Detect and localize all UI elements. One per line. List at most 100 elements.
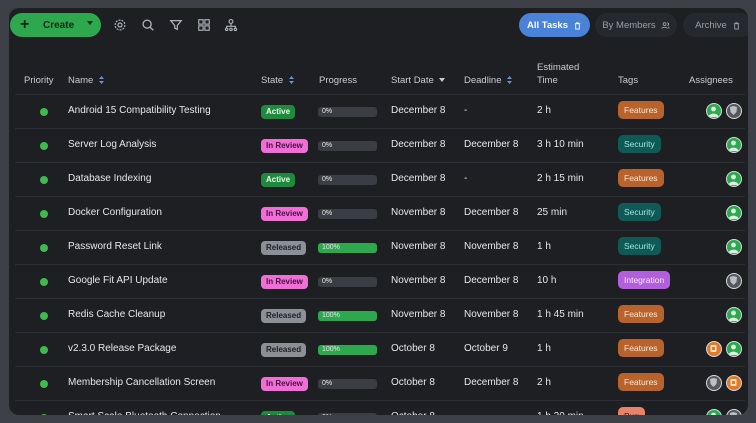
- state-badge[interactable]: Released: [261, 343, 307, 357]
- table-row[interactable]: Google Fit API Update In Review 0% November…: [15, 264, 745, 299]
- tag-badge[interactable]: Features: [618, 305, 664, 323]
- deadline[interactable]: -: [464, 173, 467, 184]
- column-name[interactable]: Name: [68, 74, 104, 87]
- task-name[interactable]: Server Log Analysis: [68, 139, 156, 150]
- state-badge[interactable]: Released: [261, 309, 307, 323]
- estimated-time[interactable]: 2 h 15 min: [537, 173, 584, 184]
- tab-by-members[interactable]: By Members: [595, 13, 677, 37]
- table-row[interactable]: v2.3.0 Release Package Released 100% Octobe…: [15, 332, 745, 367]
- tag-badge[interactable]: Security: [618, 135, 661, 153]
- settings-icon[interactable]: [110, 15, 130, 35]
- assignee-avatar[interactable]: [726, 341, 742, 357]
- estimated-time[interactable]: 1 h: [537, 343, 551, 354]
- task-name[interactable]: v2.3.0 Release Package: [68, 343, 176, 354]
- deadline[interactable]: December 8: [464, 377, 518, 388]
- tab-all-tasks[interactable]: All Tasks: [519, 13, 590, 37]
- tag-badge[interactable]: Bug: [618, 407, 646, 415]
- assignee-avatar[interactable]: [726, 205, 742, 221]
- tag-badge[interactable]: Features: [618, 169, 664, 187]
- state-badge[interactable]: Active: [261, 105, 296, 119]
- estimated-time[interactable]: 1 h 20 min: [537, 411, 584, 415]
- assignee-avatar[interactable]: [726, 239, 742, 255]
- task-name[interactable]: Membership Cancellation Screen: [68, 377, 215, 388]
- search-icon[interactable]: [138, 15, 158, 35]
- column-state[interactable]: State: [261, 74, 294, 87]
- table-row[interactable]: Server Log Analysis In Review 0% December 8…: [15, 128, 745, 163]
- estimated-time[interactable]: 10 h: [537, 275, 556, 286]
- table-row[interactable]: Password Reset Link Released 100% November …: [15, 230, 745, 265]
- tag-badge[interactable]: Features: [618, 101, 664, 119]
- table-row[interactable]: Redis Cache Cleanup Released 100% November …: [15, 298, 745, 333]
- column-assignees[interactable]: Assignees: [689, 74, 733, 87]
- column-priority[interactable]: Priority: [24, 74, 54, 87]
- deadline[interactable]: November 8: [464, 309, 518, 320]
- table-row[interactable]: Database Indexing Active 0% December 8 - 2 h …: [15, 162, 745, 197]
- state-badge[interactable]: In Review: [261, 377, 308, 391]
- estimated-time[interactable]: 1 h 45 min: [537, 309, 584, 320]
- column-tags[interactable]: Tags: [618, 74, 638, 87]
- start-date[interactable]: October 8: [391, 411, 435, 415]
- table-row[interactable]: Docker Configuration In Review 0% November …: [15, 196, 745, 231]
- state-badge[interactable]: In Review: [261, 207, 308, 221]
- tag-badge[interactable]: Integration: [618, 271, 671, 289]
- start-date[interactable]: November 8: [391, 207, 445, 218]
- estimated-time[interactable]: 1 h: [537, 241, 551, 252]
- task-name[interactable]: Smart Scale Bluetooth Connection: [68, 411, 221, 415]
- create-button[interactable]: + Create: [10, 13, 101, 37]
- deadline[interactable]: December 8: [464, 139, 518, 150]
- start-date[interactable]: November 8: [391, 309, 445, 320]
- table-row[interactable]: Smart Scale Bluetooth Connection Active 0%…: [15, 400, 745, 415]
- assignee-avatar[interactable]: [726, 137, 742, 153]
- assignee-avatar[interactable]: [706, 409, 722, 415]
- task-name[interactable]: Database Indexing: [68, 173, 151, 184]
- state-badge[interactable]: Active: [261, 173, 296, 187]
- assignee-avatar[interactable]: [726, 171, 742, 187]
- tag-badge[interactable]: Features: [618, 339, 664, 357]
- tab-archive[interactable]: Archive: [683, 13, 748, 37]
- chevron-down-icon[interactable]: [87, 21, 93, 25]
- start-date[interactable]: November 8: [391, 275, 445, 286]
- deadline[interactable]: -: [464, 105, 467, 116]
- state-badge[interactable]: In Review: [261, 139, 308, 153]
- state-badge[interactable]: Released: [261, 241, 307, 255]
- task-name[interactable]: Docker Configuration: [68, 207, 162, 218]
- assignee-avatar[interactable]: [706, 341, 722, 357]
- assignee-avatar[interactable]: [726, 409, 742, 415]
- task-name[interactable]: Android 15 Compatibility Testing: [68, 105, 211, 116]
- deadline[interactable]: October 9: [464, 343, 508, 354]
- task-name[interactable]: Password Reset Link: [68, 241, 162, 252]
- grid-icon[interactable]: [194, 15, 214, 35]
- table-row[interactable]: Membership Cancellation Screen In Review 0…: [15, 366, 745, 401]
- assignee-avatar[interactable]: [706, 103, 722, 119]
- tag-badge[interactable]: Security: [618, 237, 661, 255]
- hierarchy-icon[interactable]: [221, 15, 241, 35]
- task-name[interactable]: Google Fit API Update: [68, 275, 168, 286]
- task-name[interactable]: Redis Cache Cleanup: [68, 309, 165, 320]
- start-date[interactable]: December 8: [391, 173, 445, 184]
- estimated-time[interactable]: 2 h: [537, 377, 551, 388]
- column-start-date[interactable]: Start Date: [391, 74, 446, 87]
- estimated-time[interactable]: 2 h: [537, 105, 551, 116]
- deadline[interactable]: November 8: [464, 241, 518, 252]
- start-date[interactable]: October 8: [391, 377, 435, 388]
- table-row[interactable]: Android 15 Compatibility Testing Active 0%…: [15, 94, 745, 129]
- deadline[interactable]: -: [464, 411, 467, 415]
- estimated-time[interactable]: 25 min: [537, 207, 567, 218]
- column-estimated-time[interactable]: Estimated Time: [537, 61, 579, 87]
- start-date[interactable]: December 8: [391, 105, 445, 116]
- tag-badge[interactable]: Features: [618, 373, 664, 391]
- deadline[interactable]: December 8: [464, 275, 518, 286]
- column-progress[interactable]: Progress: [319, 74, 357, 87]
- state-badge[interactable]: Active: [261, 411, 296, 415]
- start-date[interactable]: December 8: [391, 139, 445, 150]
- tag-badge[interactable]: Security: [618, 203, 661, 221]
- deadline[interactable]: December 8: [464, 207, 518, 218]
- assignee-avatar[interactable]: [726, 307, 742, 323]
- assignee-avatar[interactable]: [726, 375, 742, 391]
- assignee-avatar[interactable]: [706, 375, 722, 391]
- assignee-avatar[interactable]: [726, 273, 742, 289]
- start-date[interactable]: October 8: [391, 343, 435, 354]
- assignee-avatar[interactable]: [726, 103, 742, 119]
- estimated-time[interactable]: 3 h 10 min: [537, 139, 584, 150]
- start-date[interactable]: November 8: [391, 241, 445, 252]
